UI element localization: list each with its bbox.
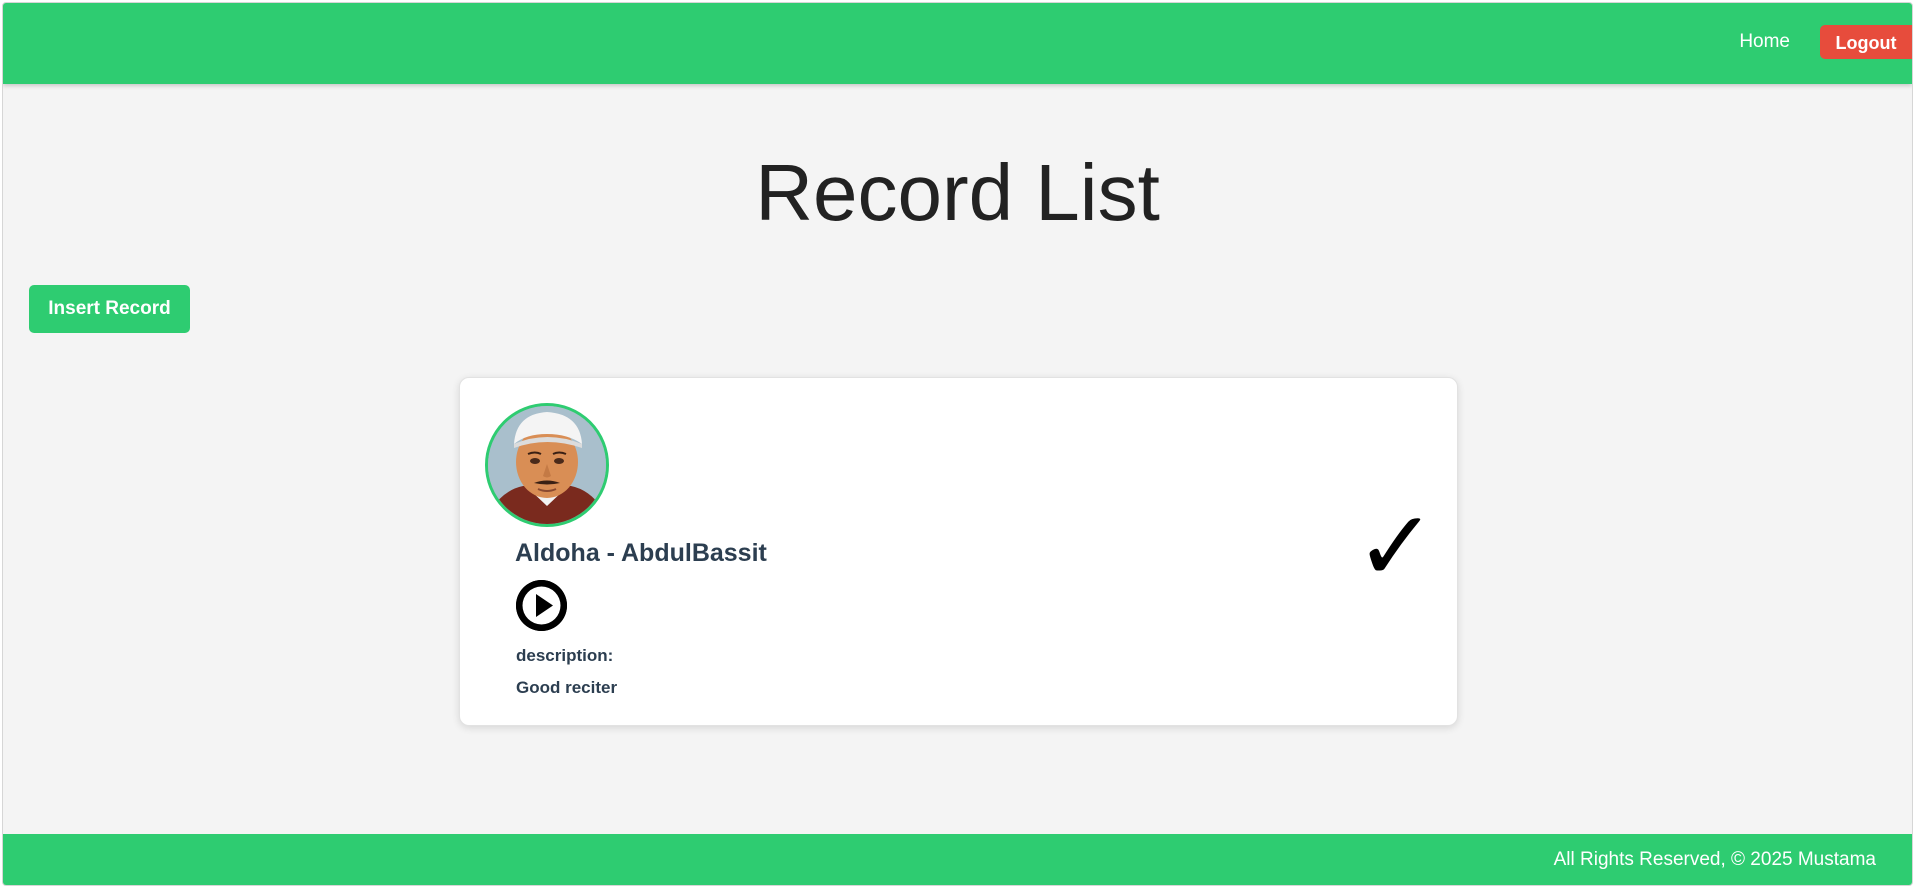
nav-home-link[interactable]: Home (1739, 31, 1790, 53)
logout-button[interactable]: Logout (1820, 25, 1912, 59)
app-frame: Home Logout Record List Insert Record Al… (2, 2, 1913, 886)
record-title: Aldoha - AbdulBassit (515, 539, 767, 567)
footer-copyright: All Rights Reserved, © 2025 Mustama (1553, 849, 1876, 870)
play-button[interactable] (516, 580, 567, 631)
footer: All Rights Reserved, © 2025 Mustama (3, 834, 1912, 885)
page-title: Record List (755, 148, 1160, 237)
record-card: Aldoha - AbdulBassit description: Good r… (459, 377, 1458, 726)
description-label: description: (516, 646, 614, 665)
check-icon: ✓ (1354, 490, 1437, 604)
reciter-portrait-image (488, 406, 606, 524)
navbar: Home Logout (3, 3, 1912, 84)
description-text: Good reciter (516, 678, 618, 697)
insert-record-button[interactable]: Insert Record (29, 285, 190, 333)
play-icon (516, 580, 567, 631)
reciter-avatar (485, 403, 609, 527)
